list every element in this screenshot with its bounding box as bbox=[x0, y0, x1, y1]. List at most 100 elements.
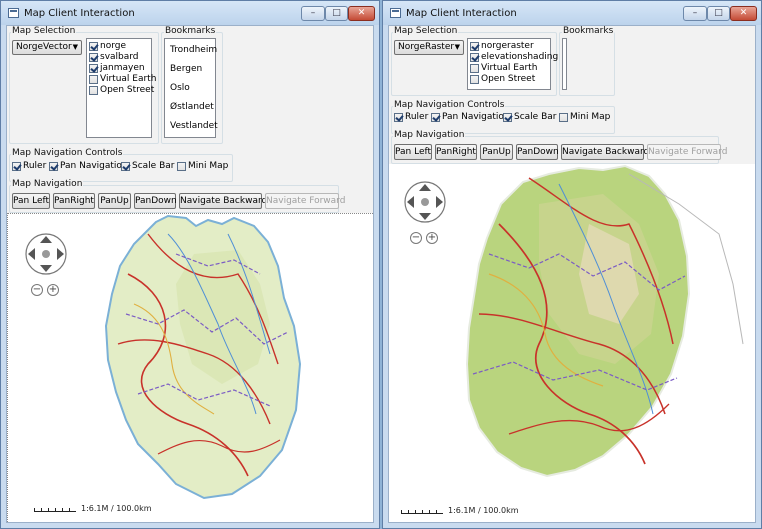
layer-checkbox[interactable]: svalbard bbox=[89, 52, 139, 62]
checkbox-icon[interactable] bbox=[470, 52, 479, 62]
minimize-button[interactable]: – bbox=[683, 6, 707, 21]
checkbox-icon[interactable] bbox=[177, 161, 186, 171]
checkbox-label: elevationshading bbox=[481, 52, 559, 62]
window-title: Map Client Interaction bbox=[24, 8, 135, 19]
maximize-button[interactable]: □ bbox=[707, 6, 730, 21]
checkbox-icon[interactable] bbox=[503, 112, 512, 122]
checkbox-label: Ruler bbox=[23, 161, 47, 171]
bookmark-list[interactable] bbox=[562, 38, 567, 90]
panright-button[interactable]: PanRight bbox=[435, 144, 477, 160]
map-selection-label: Map Selection bbox=[393, 26, 459, 36]
scale-bar: 1:6.1M / 100.0km bbox=[34, 504, 152, 513]
bookmarks-label: Bookmarks bbox=[562, 26, 615, 36]
navigate-forward-button[interactable]: Navigate Forward bbox=[647, 144, 727, 160]
checkbox-label: Pan Navigation bbox=[442, 112, 510, 122]
map-view[interactable]: − + 1:6.1M / 100.0km bbox=[389, 164, 755, 522]
layer-checkbox[interactable]: elevationshading bbox=[470, 52, 558, 62]
checkbox-icon[interactable] bbox=[89, 41, 98, 51]
map-view[interactable]: − + 1:6.1M / 100.0km bbox=[7, 213, 373, 522]
checkbox-icon[interactable] bbox=[470, 63, 479, 73]
nav-option-pan-navigation[interactable]: Pan Navigation bbox=[431, 112, 510, 122]
map-select-value: NorgeVector bbox=[16, 42, 72, 52]
bookmark-item[interactable]: Østlandet bbox=[170, 102, 214, 112]
checkbox-label: norgeraster bbox=[481, 41, 534, 51]
checkbox-label: Pan Navigation bbox=[60, 161, 128, 171]
layer-checkbox[interactable]: Open Street bbox=[89, 85, 154, 95]
pan-navigation-control[interactable] bbox=[24, 232, 68, 276]
pandown-button[interactable]: PanDown bbox=[134, 193, 177, 209]
checkbox-icon[interactable] bbox=[394, 112, 403, 122]
title-bar[interactable]: Map Client Interaction – □ ✕ bbox=[1, 1, 379, 27]
checkbox-icon[interactable] bbox=[431, 112, 440, 122]
panright-button[interactable]: PanRight bbox=[53, 193, 95, 209]
map-client-window-left: Map Client Interaction – □ ✕ Map Selecti… bbox=[0, 0, 380, 529]
map-select-value: NorgeRaster bbox=[398, 42, 455, 52]
map-select-combo[interactable]: NorgeRaster ▼ bbox=[394, 40, 464, 55]
checkbox-icon[interactable] bbox=[89, 52, 98, 62]
checkbox-label: Mini Map bbox=[188, 161, 229, 171]
map-select-combo[interactable]: NorgeVector ▼ bbox=[12, 40, 82, 55]
nav-option-mini-map[interactable]: Mini Map bbox=[559, 112, 610, 122]
nav-option-scale-bar[interactable]: Scale Bar bbox=[121, 161, 174, 171]
app-window-icon bbox=[390, 8, 401, 18]
checkbox-icon[interactable] bbox=[89, 63, 98, 73]
zoom-out-icon[interactable]: − bbox=[410, 232, 422, 244]
checkbox-icon[interactable] bbox=[89, 74, 98, 84]
checkbox-label: Virtual Earth bbox=[100, 74, 157, 84]
checkbox-icon[interactable] bbox=[121, 161, 130, 171]
checkbox-label: Scale Bar bbox=[514, 112, 557, 122]
nav-option-mini-map[interactable]: Mini Map bbox=[177, 161, 228, 171]
panup-button[interactable]: PanUp bbox=[98, 193, 131, 209]
client-area: Map Selection NorgeRaster ▼ norgeraster e… bbox=[388, 25, 756, 523]
bookmark-item[interactable]: Vestlandet bbox=[170, 121, 218, 131]
scale-text: 1:6.1M / 100.0km bbox=[448, 506, 519, 515]
close-button[interactable]: ✕ bbox=[348, 6, 375, 21]
pan-navigation-control[interactable] bbox=[403, 180, 447, 224]
layer-checkbox[interactable]: norge bbox=[89, 41, 126, 51]
minimize-button[interactable]: – bbox=[301, 6, 325, 21]
checkbox-icon[interactable] bbox=[89, 85, 98, 95]
pan-left-button[interactable]: Pan Left bbox=[12, 193, 50, 209]
window-title: Map Client Interaction bbox=[406, 8, 517, 19]
pandown-button[interactable]: PanDown bbox=[516, 144, 559, 160]
layer-checkbox[interactable]: Virtual Earth bbox=[470, 63, 537, 73]
bookmark-item[interactable]: Oslo bbox=[170, 83, 190, 93]
map-navigation-label: Map Navigation bbox=[393, 130, 466, 140]
checkbox-icon[interactable] bbox=[12, 161, 21, 171]
checkbox-icon[interactable] bbox=[470, 41, 479, 51]
nav-controls-label: Map Navigation Controls bbox=[11, 148, 124, 158]
layer-checkbox[interactable]: norgeraster bbox=[470, 41, 534, 51]
checkbox-icon[interactable] bbox=[470, 74, 479, 84]
title-bar[interactable]: Map Client Interaction – □ ✕ bbox=[383, 1, 761, 27]
zoom-out-icon[interactable]: − bbox=[31, 284, 43, 296]
maximize-button[interactable]: □ bbox=[325, 6, 348, 21]
pan-left-button[interactable]: Pan Left bbox=[394, 144, 432, 160]
layer-checkbox[interactable]: Virtual Earth bbox=[89, 74, 156, 84]
checkbox-label: Open Street bbox=[100, 85, 155, 95]
nav-option-ruler[interactable]: Ruler bbox=[394, 112, 428, 122]
layer-checkbox[interactable]: Open Street bbox=[470, 74, 535, 84]
checkbox-label: janmayen bbox=[100, 63, 145, 73]
navigate-backward-button[interactable]: Navigate Backward bbox=[561, 144, 649, 160]
bookmark-item[interactable]: Trondheim bbox=[170, 45, 217, 55]
nav-option-ruler[interactable]: Ruler bbox=[12, 161, 46, 171]
layer-checkbox[interactable]: janmayen bbox=[89, 63, 145, 73]
map-navigation-label: Map Navigation bbox=[11, 179, 84, 189]
navigate-backward-button[interactable]: Navigate Backward bbox=[179, 193, 267, 209]
checkbox-label: Ruler bbox=[405, 112, 429, 122]
bookmark-item[interactable]: Bergen bbox=[170, 64, 202, 74]
chevron-down-icon: ▼ bbox=[72, 43, 78, 51]
close-button[interactable]: ✕ bbox=[730, 6, 757, 21]
nav-option-scale-bar[interactable]: Scale Bar bbox=[503, 112, 556, 122]
checkbox-label: Scale Bar bbox=[132, 161, 175, 171]
checkbox-label: svalbard bbox=[100, 52, 139, 62]
zoom-in-icon[interactable]: + bbox=[426, 232, 438, 244]
nav-option-pan-navigation[interactable]: Pan Navigation bbox=[49, 161, 128, 171]
panup-button[interactable]: PanUp bbox=[480, 144, 513, 160]
scale-text: 1:6.1M / 100.0km bbox=[81, 504, 152, 513]
navigate-forward-button[interactable]: Navigate Forward bbox=[265, 193, 345, 209]
checkbox-icon[interactable] bbox=[559, 112, 568, 122]
zoom-in-icon[interactable]: + bbox=[47, 284, 59, 296]
app-window-icon bbox=[8, 8, 19, 18]
checkbox-icon[interactable] bbox=[49, 161, 58, 171]
